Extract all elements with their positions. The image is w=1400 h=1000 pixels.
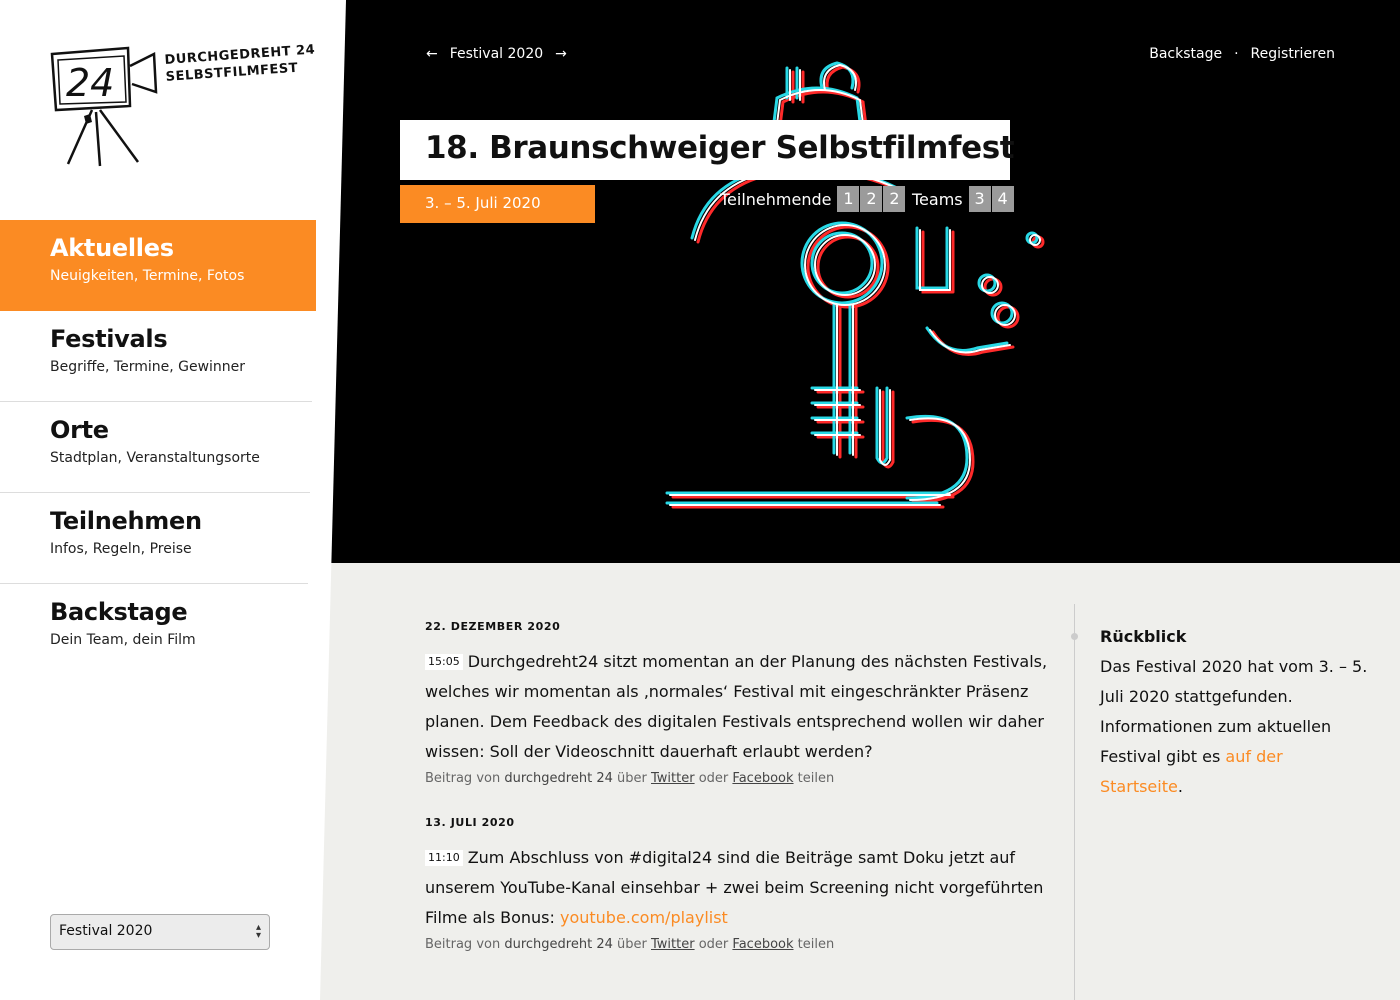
- svg-text:24: 24: [66, 61, 114, 105]
- post-text: Zum Abschluss von #digital24 sind die Be…: [425, 848, 1044, 927]
- share-or: oder: [698, 937, 729, 952]
- teams-digit: 3: [968, 186, 991, 212]
- participants-digit: 1: [837, 186, 860, 212]
- post-author: durchgedreht 24: [504, 771, 613, 786]
- news-feed: 22. DEZEMBER 2020 15:05 Durchgedreht24 si…: [425, 620, 1055, 982]
- nav-item-title: Aktuelles: [50, 234, 174, 262]
- select-chevron-icon: ▴ ▾: [255, 922, 261, 941]
- nav-item-teilnehmen[interactable]: Teilnehmen Infos, Regeln, Preise: [0, 493, 308, 584]
- share-facebook-link[interactable]: Facebook: [732, 771, 793, 786]
- post-date: 13. JULI 2020: [425, 816, 515, 829]
- festival-title: 18. Braunschweiger Selbstfilmfest: [400, 120, 1015, 180]
- festival-switcher: ← Festival 2020 →: [426, 46, 567, 62]
- nav-item-title: Orte: [50, 416, 109, 444]
- share-twitter-link[interactable]: Twitter: [651, 771, 695, 786]
- review-box: Rückblick Das Festival 2020 hat vom 3. –…: [1100, 622, 1370, 802]
- next-festival-arrow-icon[interactable]: →: [555, 46, 567, 62]
- nav-item-title: Backstage: [50, 598, 188, 626]
- teams-digit: 4: [991, 186, 1014, 212]
- sidebar: 24 DURCHGEDREHT 24 SELBSTFILMFEST Aktuel…: [0, 0, 346, 1000]
- post-body: 15:05 Durchgedreht24 sitzt momentan an de…: [425, 647, 1055, 767]
- nav-item-backstage[interactable]: Backstage Dein Team, dein Film: [0, 584, 306, 675]
- participants-digit: 2: [860, 186, 883, 212]
- share-suffix: teilen: [797, 937, 835, 952]
- separator-dot: ·: [1234, 46, 1239, 62]
- register-link[interactable]: Registrieren: [1251, 46, 1335, 62]
- participants-digit: 2: [883, 186, 906, 212]
- share-twitter-link[interactable]: Twitter: [651, 937, 695, 952]
- backstage-link[interactable]: Backstage: [1149, 46, 1222, 62]
- nav-item-subtitle: Neuigkeiten, Termine, Fotos: [50, 268, 245, 284]
- nav-item-orte[interactable]: Orte Stadtplan, Veranstaltungsorte: [0, 402, 310, 493]
- post-share: Beitrag von durchgedreht 24 über Twitter…: [425, 937, 1055, 952]
- nav-item-subtitle: Dein Team, dein Film: [50, 632, 196, 648]
- nav-item-subtitle: Begriffe, Termine, Gewinner: [50, 359, 246, 375]
- share-facebook-link[interactable]: Facebook: [732, 937, 793, 952]
- news-post: 22. DEZEMBER 2020 15:05 Durchgedreht24 si…: [425, 620, 1055, 786]
- festival-switcher-label[interactable]: Festival 2020: [450, 46, 543, 62]
- post-date: 22. DEZEMBER 2020: [425, 620, 561, 633]
- post-link[interactable]: youtube.com/playlist: [560, 908, 728, 927]
- teams-label: Teams: [912, 189, 963, 209]
- festival-select-value: Festival 2020: [59, 923, 153, 939]
- post-author: durchgedreht 24: [504, 937, 613, 952]
- news-post: 13. JULI 2020 11:10 Zum Abschluss von #di…: [425, 816, 1055, 952]
- nav-item-title: Teilnehmen: [50, 507, 202, 535]
- review-text: Das Festival 2020 hat vom 3. – 5. Juli 2…: [1100, 652, 1370, 802]
- main-nav: Aktuelles Neuigkeiten, Termine, Fotos Fe…: [0, 220, 316, 675]
- share-prefix: Beitrag von: [425, 937, 501, 952]
- post-body: 11:10 Zum Abschluss von #digital24 sind d…: [425, 843, 1055, 933]
- review-end: .: [1177, 777, 1183, 796]
- festival-select[interactable]: Festival 2020 ▴ ▾: [50, 914, 270, 950]
- logo-wordmark: DURCHGEDREHT 24 SELBSTFILMFEST: [164, 41, 317, 85]
- share-via: über: [617, 771, 647, 786]
- participants-label: Teilnehmende: [720, 189, 832, 209]
- column-divider: [1074, 604, 1075, 1000]
- post-text: Durchgedreht24 sitzt momentan an der Pla…: [425, 652, 1048, 761]
- nav-item-subtitle: Infos, Regeln, Preise: [50, 541, 192, 557]
- nav-item-subtitle: Stadtplan, Veranstaltungsorte: [50, 450, 260, 466]
- post-share: Beitrag von durchgedreht 24 über Twitter…: [425, 771, 1055, 786]
- share-suffix: teilen: [797, 771, 835, 786]
- share-or: oder: [698, 771, 729, 786]
- share-prefix: Beitrag von: [425, 771, 501, 786]
- teams-counter: Teams 3 4: [912, 186, 1015, 212]
- divider-dot: [1071, 633, 1078, 640]
- review-title: Rückblick: [1100, 627, 1187, 646]
- nav-item-title: Festivals: [50, 325, 168, 353]
- top-links: Backstage · Registrieren: [1149, 46, 1335, 62]
- festival-dates: 3. – 5. Juli 2020: [400, 185, 595, 223]
- logo[interactable]: 24 DURCHGEDREHT 24 SELBSTFILMFEST: [48, 41, 318, 174]
- nav-item-festivals[interactable]: Festivals Begriffe, Termine, Gewinner: [0, 311, 312, 402]
- nav-item-aktuelles[interactable]: Aktuelles Neuigkeiten, Termine, Fotos: [0, 220, 316, 311]
- post-time: 11:10: [425, 850, 463, 866]
- share-via: über: [617, 937, 647, 952]
- post-time: 15:05: [425, 654, 463, 670]
- participants-counter: Teilnehmende 1 2 2: [720, 186, 906, 212]
- camera-logo-icon: 24: [50, 46, 158, 167]
- prev-festival-arrow-icon[interactable]: ←: [426, 46, 438, 62]
